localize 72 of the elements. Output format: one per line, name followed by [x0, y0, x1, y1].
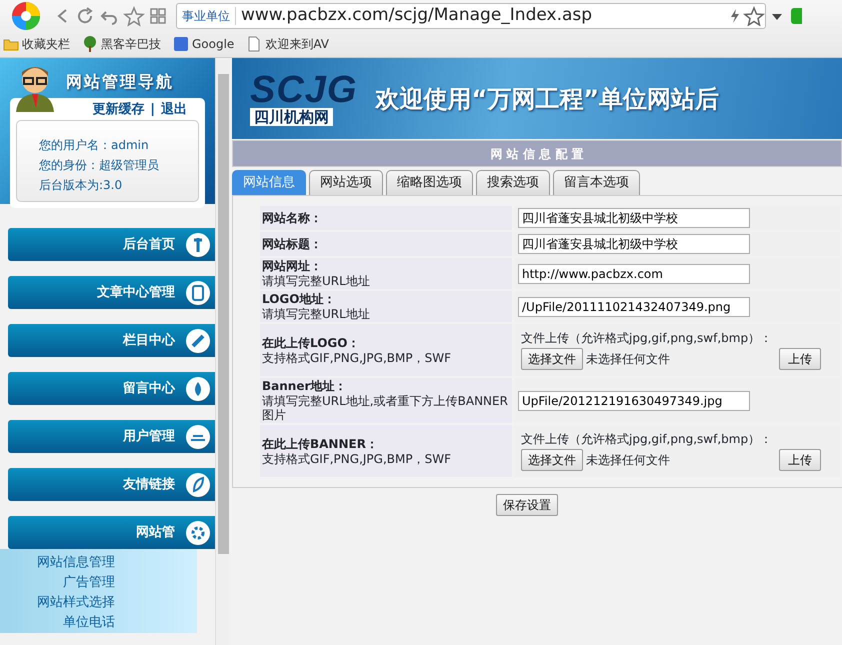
menu-button[interactable]: 留言中心 [8, 372, 215, 405]
menu-button[interactable]: 栏目中心 [8, 324, 215, 357]
banner-heading: 欢迎使用“万网工程”单位网站后 [375, 84, 720, 114]
choose-file-button[interactable]: 选择文件 [521, 448, 583, 470]
field-hint: 支持格式GIF,PNG,JPG,BMP，SWF [262, 350, 452, 364]
page-icon[interactable] [246, 36, 262, 52]
bookmark-link[interactable]: Google [192, 35, 234, 53]
tab[interactable]: 留言本选项 [553, 170, 640, 195]
input-field[interactable]: 四川省蓬安县城北初级中学校 [518, 234, 750, 254]
menu-button[interactable]: 用户管理 [8, 420, 215, 453]
menu-icon [185, 328, 211, 354]
submenu-link[interactable]: 单位电话 [0, 613, 115, 633]
header-link[interactable]: 退出 [161, 100, 187, 120]
square-icon[interactable] [173, 36, 189, 52]
bookmark-link[interactable]: 欢迎来到AV [265, 35, 329, 53]
menu-button[interactable]: 网站管 [8, 516, 215, 549]
field-label: 网站网址： [262, 259, 323, 274]
input-field[interactable]: /UpFile/201111021432407349.png [518, 296, 750, 316]
scrollbar[interactable] [215, 58, 230, 645]
field-hint: 请填写完整URL地址 [262, 274, 371, 288]
menu-button[interactable]: 后台首页 [8, 228, 215, 261]
menu-button[interactable]: 文章中心管理 [8, 276, 215, 309]
input-field[interactable]: http://www.pacbzx.com [518, 264, 750, 284]
submenu-link[interactable]: 网站样式选择 [0, 593, 115, 613]
logo-text: SCJG [250, 72, 358, 108]
nav-title: 网站管理导航 [66, 71, 174, 93]
choose-file-button[interactable]: 选择文件 [521, 348, 583, 370]
field-label: Banner地址： [262, 379, 348, 394]
tab[interactable]: 网站选项 [309, 170, 383, 195]
field-label: 在此上传LOGO： [262, 336, 360, 350]
bookmark-link[interactable]: 黑客辛巴技 [101, 35, 161, 53]
field-hint: 支持格式GIF,PNG,JPG,BMP，SWF [262, 452, 452, 466]
field-label: 网站名称： [262, 210, 323, 226]
menu-icon [185, 520, 211, 546]
menu-icon [185, 280, 211, 306]
menu-icon [185, 232, 211, 258]
submenu-link[interactable]: 网站信息管理 [0, 553, 115, 573]
separator: | [150, 101, 155, 119]
upload-label: 文件上传（允许格式jpg,gif,png,swf,bmp）： [520, 432, 774, 446]
upload-button[interactable]: 上传 [779, 348, 821, 370]
field-hint: 请填写完整URL地址,或者重下方上传BANNER图片 [262, 394, 509, 422]
submenu-link[interactable]: 广告管理 [0, 573, 115, 593]
input-field[interactable]: UpFile/201212191630497349.jpg [518, 390, 750, 410]
address-bar[interactable]: 事业单位 www.pacbzx.com/scjg/Manage_Index.asp [176, 3, 766, 29]
save-button[interactable]: 保存设置 [496, 494, 558, 516]
upload-label: 文件上传（允许格式jpg,gif,png,swf,bmp）： [520, 330, 774, 344]
menu-icon [185, 424, 211, 450]
address-badge: 事业单位 [177, 7, 236, 25]
file-status: 未选择任何文件 [586, 452, 671, 468]
field-label: LOGO地址： [262, 292, 336, 307]
file-status: 未选择任何文件 [586, 350, 671, 368]
bookmark-link[interactable]: 收藏夹栏 [22, 35, 70, 53]
upload-button[interactable]: 上传 [779, 448, 821, 470]
star-icon[interactable] [122, 5, 146, 27]
menu-icon [185, 376, 211, 402]
tab[interactable]: 缩略图选项 [386, 170, 473, 195]
menu-icon [185, 472, 211, 498]
header-link[interactable]: 更新缓存 [92, 100, 144, 120]
tab[interactable]: 搜索选项 [476, 170, 550, 195]
user-info-text: 您的用户名：admin [39, 136, 150, 154]
field-label: 在此上传BANNER： [262, 436, 379, 452]
field-hint: 请填写完整URL地址 [262, 307, 371, 321]
tree-icon[interactable] [82, 36, 98, 52]
logo-subtitle: 四川机构网 [250, 108, 333, 126]
user-info-text: 后台版本为:3.0 [39, 176, 124, 194]
user-info-text: 您的身份：超级管理员 [39, 156, 160, 174]
input-field[interactable]: 四川省蓬安县城北初级中学校 [518, 208, 750, 228]
menu-button[interactable]: 友情链接 [8, 468, 215, 501]
url-text: www.pacbzx.com/scjg/Manage_Index.asp [240, 4, 594, 28]
panel-title: 网 站 信 息 配 置 [232, 140, 842, 167]
field-label: 网站标题： [262, 236, 323, 252]
star-icon[interactable] [743, 6, 765, 26]
